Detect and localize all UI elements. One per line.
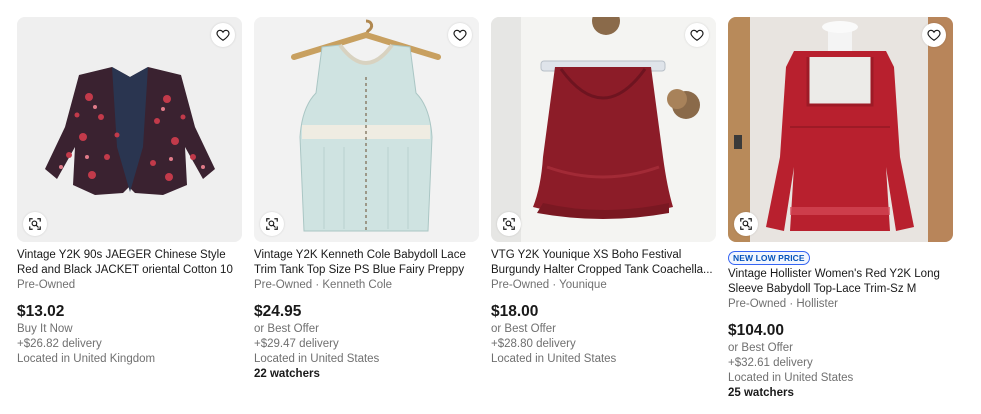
item-location: Located in United States xyxy=(491,353,617,365)
delivery-cost: +$29.47 delivery xyxy=(254,338,339,350)
delivery-cost: +$28.80 delivery xyxy=(491,338,576,350)
listing-title[interactable]: Vintage Hollister Women's Red Y2K Long S… xyxy=(728,267,953,297)
image-search-icon[interactable] xyxy=(260,212,284,236)
listing-card-1[interactable]: Vintage Y2K 90s JAEGER Chinese Style Red… xyxy=(17,17,242,367)
listing-title[interactable]: VTG Y2K Younique XS Boho Festival Burgun… xyxy=(491,248,716,278)
image-search-icon[interactable] xyxy=(497,212,521,236)
listing-title[interactable]: Vintage Y2K Kenneth Cole Babydoll Lace T… xyxy=(254,248,479,278)
listing-price: $13.02 xyxy=(17,303,65,320)
delivery-cost: +$26.82 delivery xyxy=(17,338,102,350)
listing-subtitle: Pre-Owned · Younique xyxy=(491,279,607,291)
delivery-cost: +$32.61 delivery xyxy=(728,357,813,369)
listing-card-4[interactable]: NEW LOW PRICE Vintage Hollister Women's … xyxy=(728,17,953,401)
item-location: Located in United Kingdom xyxy=(17,353,156,365)
purchase-format: or Best Offer xyxy=(254,323,319,335)
item-location: Located in United States xyxy=(254,353,380,365)
tank-top-photo xyxy=(254,17,479,242)
listing-image-1[interactable] xyxy=(17,17,242,242)
watchers-count: 22 watchers xyxy=(254,368,320,380)
listing-price: $18.00 xyxy=(491,303,539,320)
jacket-photo xyxy=(17,17,242,242)
purchase-format: or Best Offer xyxy=(728,342,793,354)
purchase-format: Buy It Now xyxy=(17,323,73,335)
halter-top-photo xyxy=(491,17,716,242)
image-search-icon[interactable] xyxy=(23,212,47,236)
item-location: Located in United States xyxy=(728,372,854,384)
listing-card-3[interactable]: VTG Y2K Younique XS Boho Festival Burgun… xyxy=(491,17,716,367)
heart-icon[interactable] xyxy=(211,23,235,47)
listing-subtitle: Pre-Owned · Kenneth Cole xyxy=(254,279,393,291)
listing-image-2[interactable] xyxy=(254,17,479,242)
heart-icon[interactable] xyxy=(448,23,472,47)
listing-image-3[interactable] xyxy=(491,17,716,242)
image-search-icon[interactable] xyxy=(734,212,758,236)
listing-price: $104.00 xyxy=(728,322,785,339)
listing-subtitle: Pre-Owned xyxy=(17,279,76,291)
listing-subtitle: Pre-Owned · Hollister xyxy=(728,298,838,310)
listing-image-4[interactable] xyxy=(728,17,953,242)
long-sleeve-top-photo xyxy=(728,17,953,242)
purchase-format: or Best Offer xyxy=(491,323,556,335)
heart-icon[interactable] xyxy=(685,23,709,47)
listing-title[interactable]: Vintage Y2K 90s JAEGER Chinese Style Red… xyxy=(17,248,242,278)
listing-card-2[interactable]: Vintage Y2K Kenneth Cole Babydoll Lace T… xyxy=(254,17,479,382)
new-low-price-badge: NEW LOW PRICE xyxy=(728,251,810,265)
watchers-count: 25 watchers xyxy=(728,387,794,399)
heart-icon[interactable] xyxy=(922,23,946,47)
listing-price: $24.95 xyxy=(254,303,302,320)
